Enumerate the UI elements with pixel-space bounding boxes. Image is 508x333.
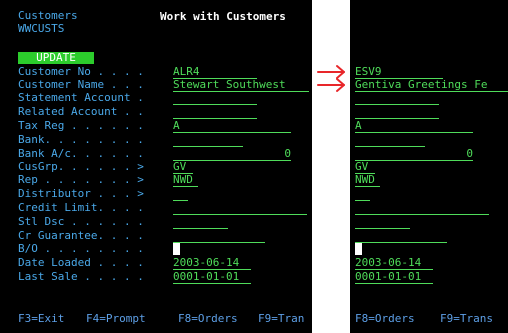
bo-cursor-field[interactable]: [173, 243, 180, 255]
stl-dsc-field[interactable]: [173, 216, 228, 229]
label-related-account: Related Account . .: [18, 105, 144, 118]
label-statement-account: Statement Account .: [18, 91, 144, 104]
right-screen: ESV9 Gentiva Greetings Fe A 0 GV NWD 200…: [350, 0, 508, 333]
right-related-field[interactable]: [355, 106, 439, 119]
right-f8-orders-key[interactable]: F8=Orders: [355, 313, 415, 325]
update-mode-button[interactable]: UPDATE: [18, 52, 94, 64]
left-screen: Customers WWCUSTS Work with Customers UP…: [0, 0, 312, 333]
cr-guarantee-field[interactable]: [173, 230, 265, 243]
right-statement-field[interactable]: [355, 92, 439, 105]
right-f9-trans-key[interactable]: F9=Trans: [440, 313, 493, 325]
label-cr-guarantee: Cr Guarantee. . . .: [18, 229, 144, 242]
label-stl-dsc: Stl Dsc . . . . . .: [18, 215, 144, 228]
customer-name-field[interactable]: Stewart Southwest: [173, 79, 309, 92]
label-distributor: Distributor . . . >: [18, 187, 144, 200]
label-bo: B/O . . . . . . . .: [18, 242, 144, 255]
label-customer-name: Customer Name . . .: [18, 78, 144, 91]
right-bo-cursor-field[interactable]: [355, 243, 362, 255]
rep-field[interactable]: NWD: [173, 174, 198, 187]
screen-title: Work with Customers: [160, 10, 286, 23]
f4-prompt-key[interactable]: F4=Prompt: [86, 313, 146, 325]
label-credit-limit: Credit Limit. . . .: [18, 201, 144, 214]
statement-account-field[interactable]: [173, 92, 257, 105]
label-tax-reg: Tax Reg . . . . . .: [18, 119, 144, 132]
label-cusgrp: CusGrp. . . . . . >: [18, 160, 144, 173]
right-distributor-field[interactable]: [355, 188, 370, 201]
distributor-field[interactable]: [173, 188, 188, 201]
right-date-loaded-field[interactable]: 2003-06-14: [355, 257, 433, 270]
credit-limit-field[interactable]: [173, 202, 307, 215]
right-customer-name-field[interactable]: Gentiva Greetings Fe: [355, 79, 508, 92]
right-last-sale-field[interactable]: 0001-01-01: [355, 271, 433, 284]
right-tax-reg-field[interactable]: A: [355, 120, 473, 133]
date-loaded-field[interactable]: 2003-06-14: [173, 257, 251, 270]
f9-trans-key[interactable]: F9=Tran: [258, 313, 304, 325]
label-rep: Rep . . . . . . . >: [18, 173, 144, 186]
right-bank-field[interactable]: [355, 134, 425, 147]
label-bank: Bank. . . . . . . .: [18, 133, 144, 146]
right-bank-ac-field[interactable]: 0: [355, 148, 473, 161]
f3-exit-key[interactable]: F3=Exit: [18, 313, 64, 325]
f8-orders-key[interactable]: F8=Orders: [178, 313, 238, 325]
right-stl-dsc-field[interactable]: [355, 216, 410, 229]
label-date-loaded: Date Loaded . . . .: [18, 256, 144, 269]
right-credit-limit-field[interactable]: [355, 202, 489, 215]
program-title: Customers: [18, 9, 78, 22]
bank-ac-field[interactable]: 0: [173, 148, 291, 161]
bank-field[interactable]: [173, 134, 243, 147]
arrows-icon: [317, 65, 345, 92]
right-cr-guarantee-field[interactable]: [355, 230, 447, 243]
label-customer-no: Customer No . . . .: [18, 65, 144, 78]
last-sale-field[interactable]: 0001-01-01: [173, 271, 251, 284]
related-account-field[interactable]: [173, 106, 257, 119]
right-rep-field[interactable]: NWD: [355, 174, 380, 187]
program-name: WWCUSTS: [18, 22, 65, 35]
tax-reg-field[interactable]: A: [173, 120, 291, 133]
label-bank-ac: Bank A/c. . . . . .: [18, 147, 144, 160]
label-last-sale: Last Sale . . . . .: [18, 270, 144, 283]
